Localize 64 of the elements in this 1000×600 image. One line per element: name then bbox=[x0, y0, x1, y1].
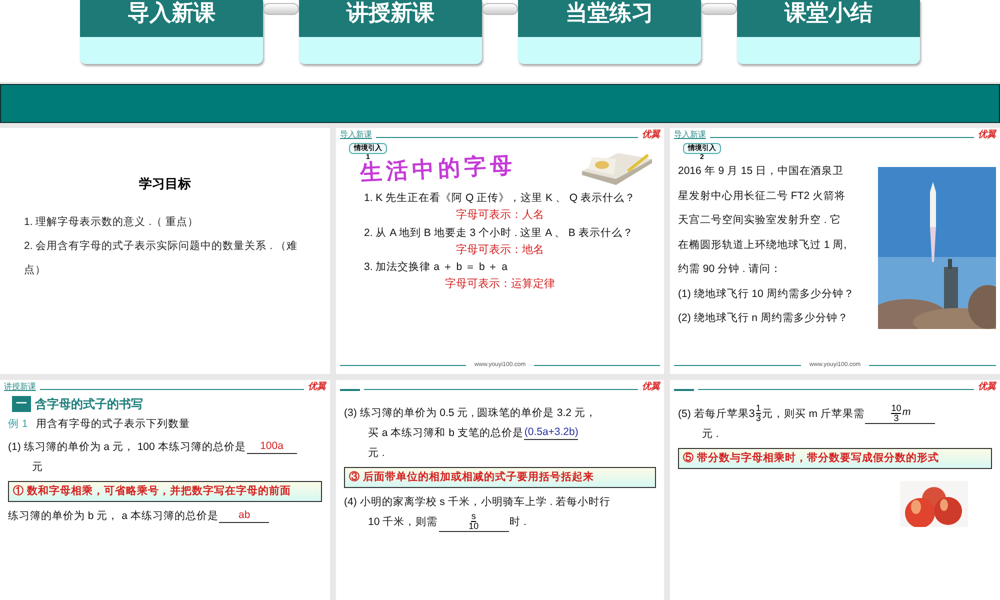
question-text: 1. K 先生正在看《阿 Q 正传》，这里 K 、 Q 表示什么？ bbox=[364, 191, 636, 205]
example-text: 用含有字母的式子表示下列数量 bbox=[36, 417, 190, 432]
question-text: 3. 加法交换律 a ＋ b ＝ b ＋ a bbox=[364, 260, 508, 274]
story-text: 星发射中心用长征二号 FT2 火箭将 bbox=[678, 188, 847, 204]
story-text: (1) 绕地球飞行 10 周约需多少分钟？ bbox=[678, 286, 856, 302]
section-number-badge: 一 bbox=[12, 396, 31, 412]
logo: 优翼 bbox=[642, 382, 660, 391]
answer-text: 字母可表示：运算定律 bbox=[444, 276, 556, 292]
logo: 优翼 bbox=[642, 130, 660, 139]
answer-text: 字母可表示：地名 bbox=[455, 242, 545, 258]
example-label: 例 1 bbox=[8, 417, 28, 432]
denominator: 10 bbox=[468, 522, 479, 531]
section-label: 讲授新课 bbox=[4, 383, 36, 391]
question-text: 元 . bbox=[702, 427, 719, 442]
question-text: 元 . bbox=[368, 446, 385, 461]
question-text: (5) 若每斤苹果 bbox=[678, 406, 749, 422]
answer-blank: (0.5a+3.2b) bbox=[524, 426, 578, 440]
callout-box: ① 数和字母相乘，可省略乘号，并把数字写在字母的前面 bbox=[8, 480, 322, 502]
variable: m bbox=[902, 406, 911, 420]
story-text: 2016 年 9 月 15 日，中国在酒泉卫 bbox=[678, 164, 844, 179]
story-text: 在椭圆形轨道上环绕地球飞过 1 周, bbox=[678, 238, 848, 252]
nav-tab[interactable]: 当堂练习 bbox=[518, 0, 701, 64]
nav-tab[interactable]: 课堂小结 bbox=[737, 0, 920, 64]
section-label: 导入新课 bbox=[340, 131, 372, 139]
numerator: s bbox=[471, 512, 476, 522]
question-text: (4) 小明的家离学校 s 千米，小明骑车上学 . 若每小时行 bbox=[344, 495, 611, 510]
numerator: 1 bbox=[756, 404, 761, 414]
nav-tab[interactable]: 讲授新课 bbox=[299, 0, 482, 64]
callout-box: ⑤ 带分数与字母相乘时，带分数要写成假分数的形式 bbox=[678, 448, 992, 469]
section-heading: 含字母的式子的书写 bbox=[35, 396, 143, 413]
question-text: 10 千米，则需 bbox=[368, 515, 438, 530]
question-text: 元 bbox=[32, 460, 43, 475]
question-text: 买 a 本练习簿和 b 支笔的总价是 bbox=[368, 426, 524, 441]
slide[interactable]: 讲授新课 优翼 一 含字母的式子的书写 例 1 用含有字母的式子表示下列数量 (1) 练习簿的单价为 a 元， 100 本练习簿的总价是 100a 元 ① 数和字母相乘，可省略乘号，并把数字写在字母的前面 练习簿的单价为 b 元， a 本练习簿的总价是 ab bbox=[0, 380, 330, 600]
connector-icon bbox=[701, 3, 737, 15]
story-text: 天宫二号空间实验室发射升空 . 它 bbox=[678, 213, 842, 228]
question-text: (3) 练习簿的单价为 0.5 元 , 圆珠笔的单价是 3.2 元， bbox=[344, 406, 596, 421]
question-text: 元，则买 m 斤苹果需 bbox=[762, 406, 864, 422]
slide[interactable]: 优翼 (3) 练习簿的单价为 0.5 元 , 圆珠笔的单价是 3.2 元， 买 a 本练习簿和 b 支笔的总价是(0.5a+3.2b) 元 . ③ 后面带单位的相加或相减的式子要用括号括起来 (4) 小明的家离学校 s 千米，小明骑车上学 . 若每小时行 10 千米，则需 s 10 时 . bbox=[336, 380, 664, 600]
story-text: (2) 绕地球飞行 n 周约需多少分钟？ bbox=[678, 311, 850, 326]
answer-text: 字母可表示：人名 bbox=[455, 208, 545, 223]
question-text: (1) 练习簿的单价为 a 元， 100 本练习簿的总价是 bbox=[8, 440, 246, 455]
objective-text: 2. 会用含有字母的式子表示实际问题中的数量关系 . （难点） bbox=[24, 238, 298, 278]
connector-icon bbox=[263, 3, 299, 15]
slide[interactable]: 学习目标 1. 理解字母表示数的意义 .（ 重点） 2. 会用含有字母的式子表示实际问题中的数量关系 . （难点） bbox=[0, 128, 330, 374]
logo: 优翼 bbox=[308, 382, 326, 391]
objective-text: 1. 理解字母表示数的意义 .（ 重点） bbox=[24, 214, 200, 230]
section-label: 导入新课 bbox=[674, 131, 706, 139]
nav-tab[interactable]: 导入新课 bbox=[80, 0, 263, 64]
answer-blank: 100a bbox=[246, 440, 297, 454]
question-text: 2. 从 A 地到 B 地要走 3 个小时 . 这里 A 、 B 表示什么？ bbox=[364, 226, 634, 240]
connector-icon bbox=[482, 3, 518, 15]
callout-box: ③ 后面带单位的相加或相减的式子要用括号括起来 bbox=[344, 467, 656, 488]
question-text: 练习簿的单价为 b 元， a 本练习簿的总价是 bbox=[8, 508, 218, 524]
story-text: 约需 90 分钟 . 请问： bbox=[678, 262, 782, 277]
numerator: 10 bbox=[891, 404, 902, 414]
question-text: 时 . bbox=[510, 515, 526, 530]
logo: 优翼 bbox=[978, 382, 996, 391]
fraction-whole: 3 bbox=[748, 406, 755, 422]
denominator: 3 bbox=[756, 414, 761, 423]
denominator: 3 bbox=[894, 414, 899, 422]
slide-title: 学习目标 bbox=[138, 175, 192, 193]
logo: 优翼 bbox=[978, 130, 996, 139]
answer-blank: ab bbox=[219, 508, 270, 523]
